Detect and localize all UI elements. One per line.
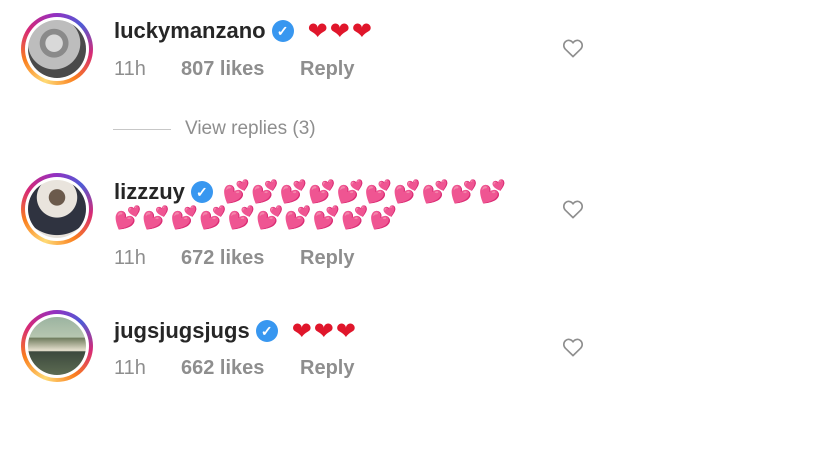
avatar[interactable] (21, 173, 93, 245)
reply-button[interactable]: Reply (300, 247, 354, 270)
comment-time: 11h (114, 247, 146, 269)
view-replies-button[interactable]: View replies (3) (113, 118, 316, 140)
likes-count[interactable]: 662 likes (181, 357, 300, 380)
likes-count[interactable]: 807 likes (181, 58, 300, 81)
verified-badge-icon: ✓ (190, 181, 213, 203)
verified-badge-icon: ✓ (255, 320, 278, 342)
comment-text: ❤❤❤ (307, 17, 374, 45)
avatar[interactable] (21, 13, 93, 85)
heart-outline-icon[interactable] (562, 199, 584, 219)
avatar-photo (28, 180, 86, 238)
username[interactable]: luckymanzano (114, 18, 266, 44)
avatar-photo (28, 317, 86, 375)
likes-count[interactable]: 672 likes (181, 247, 300, 270)
comment-time: 11h (114, 58, 146, 80)
divider (113, 128, 171, 130)
comment-text: ❤❤❤ (291, 317, 359, 345)
reply-button[interactable]: Reply (300, 357, 354, 380)
heart-outline-icon[interactable] (562, 337, 584, 357)
heart-outline-icon[interactable] (562, 38, 584, 58)
comment-time: 11h (114, 357, 146, 379)
view-replies-label: View replies (3) (185, 118, 316, 139)
reply-button[interactable]: Reply (300, 58, 354, 81)
comment-text: 💕💕💕💕💕💕💕💕💕💕 (222, 179, 507, 204)
comment-text-continued: 💕💕💕💕💕💕💕💕💕💕 (114, 205, 398, 230)
verified-badge-icon: ✓ (271, 20, 294, 42)
username[interactable]: lizzzuy (114, 179, 185, 205)
avatar-photo (28, 20, 86, 78)
avatar[interactable] (21, 310, 93, 382)
username[interactable]: jugsjugsjugs (114, 318, 250, 344)
